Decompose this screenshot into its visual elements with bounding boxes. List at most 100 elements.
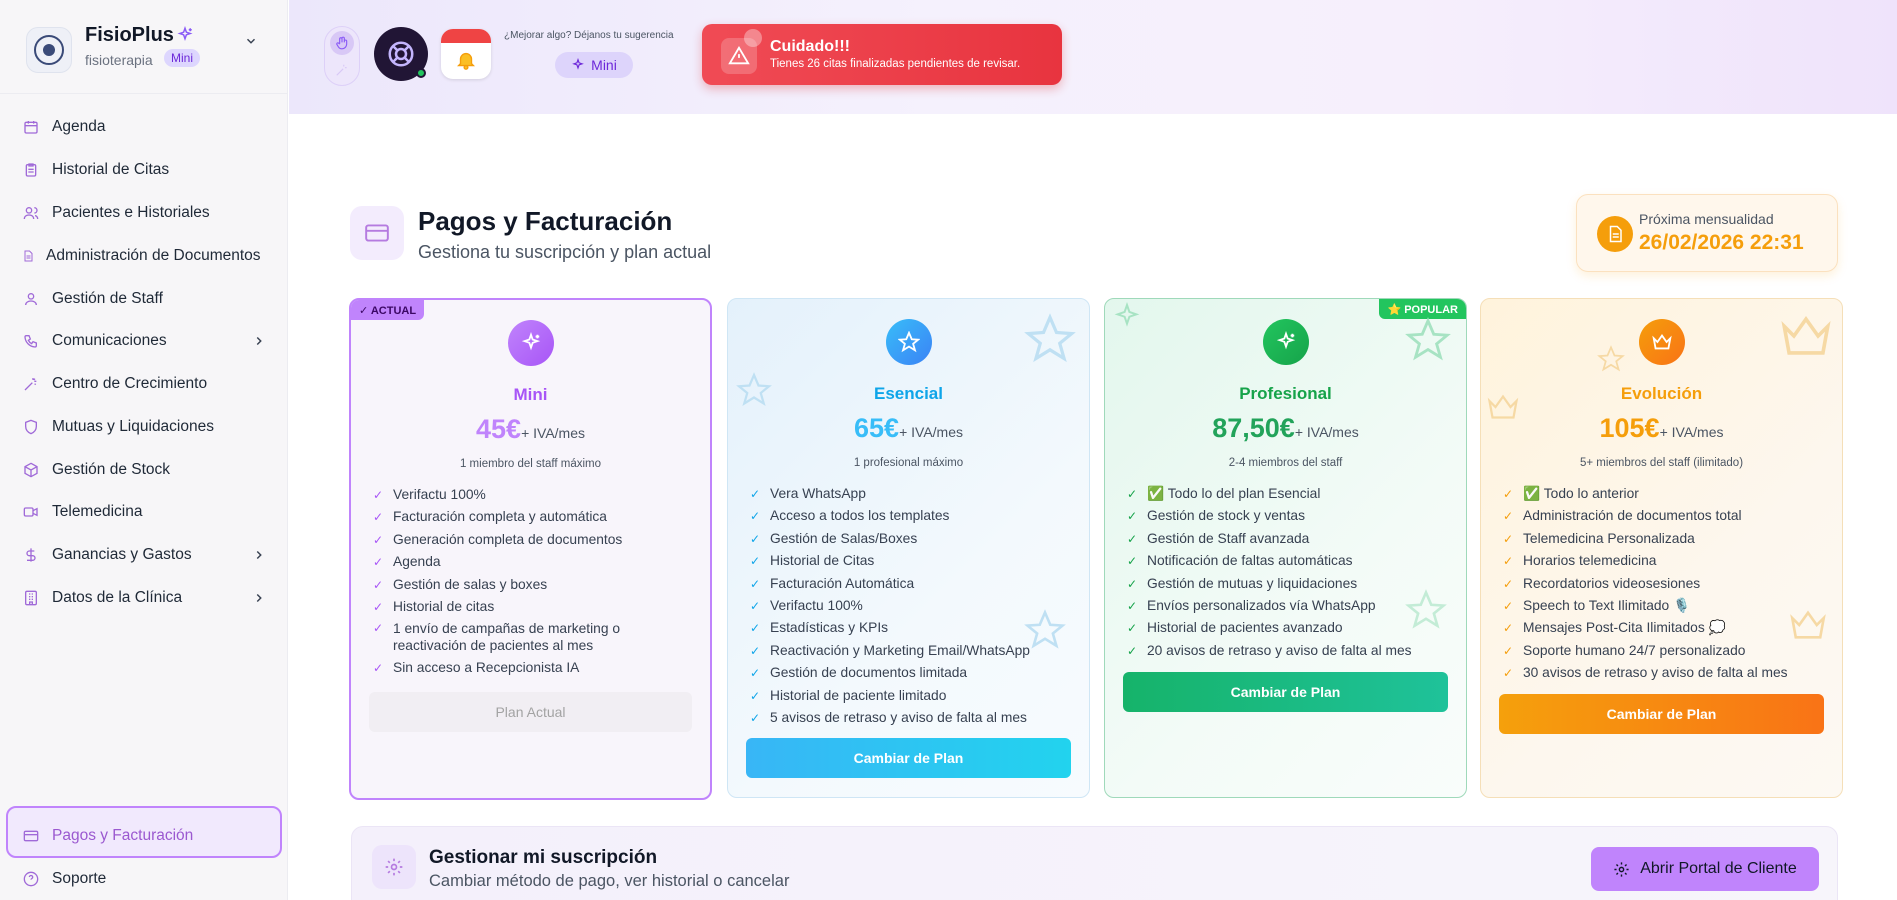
brand-subtitle: fisioterapia <box>85 52 153 68</box>
plan-chip-label: Mini <box>591 57 617 73</box>
sidebar-item-label: Pacientes e Historiales <box>52 204 210 221</box>
chevron-right-icon[interactable] <box>252 334 266 348</box>
shield-icon <box>22 418 40 436</box>
notifications-button[interactable] <box>441 29 491 79</box>
feature-item: ✓ Gestión de salas y boxes <box>373 574 692 596</box>
check-icon: ✓ <box>373 621 384 636</box>
popular-tag: ⭐ POPULAR <box>1379 299 1466 319</box>
feature-item: ✓ Estadísticas y KPIs <box>750 617 1071 639</box>
plan-staff-limit: 5+ miembros del staff (ilimitado) <box>1579 457 1744 469</box>
chevron-right-icon[interactable] <box>252 591 266 605</box>
check-icon: ✓ <box>373 600 384 615</box>
sidebar-item-label: Pagos y Facturación <box>52 827 194 844</box>
wand-icon <box>336 64 347 76</box>
plan-name: Mini <box>513 385 548 404</box>
feature-item: ✓ Notificación de faltas automáticas <box>1127 550 1448 572</box>
check-icon: ✓ <box>1127 509 1138 524</box>
sidebar-item-label: Comunicaciones <box>52 332 167 349</box>
phone-icon <box>22 332 40 350</box>
feature-item: ✓ Envíos personalizados vía WhatsApp <box>1127 595 1448 617</box>
feature-item: ✓ 5 avisos de retraso y aviso de falta al… <box>750 707 1071 729</box>
sidebar-item-comunicaciones[interactable]: Comunicaciones <box>22 326 266 356</box>
alert-message: Tienes 26 citas finalizadas pendientes d… <box>770 58 1021 70</box>
sidebar-item-label: Centro de Crecimiento <box>52 375 208 392</box>
feature-item: ✓ Gestión de Staff avanzada <box>1127 528 1448 550</box>
brand-switcher[interactable]: FisioPlus fisioterapia Mini <box>0 0 288 94</box>
check-icon: ✓ <box>750 621 761 636</box>
star-icon <box>1024 313 1076 363</box>
check-icon: ✓ <box>1127 531 1138 546</box>
sidebar: FisioPlus fisioterapia Mini Agenda Histo… <box>0 0 288 900</box>
support-lifebuoy-button[interactable] <box>374 27 428 81</box>
plan-features: ✓ Verifactu 100% ✓ Facturación completa y … <box>373 484 692 680</box>
online-status-dot <box>416 68 426 78</box>
check-icon: ✓ <box>750 509 761 524</box>
check-icon: ✓ <box>750 711 761 726</box>
sidebar-item-pacientes[interactable]: Pacientes e Historiales <box>22 198 266 228</box>
feature-item: ✓ 30 avisos de retraso y aviso de falta a… <box>1503 662 1824 684</box>
users-icon <box>22 204 40 222</box>
sidebar-item-staff[interactable]: Gestión de Staff <box>22 284 266 314</box>
sparkles-icon <box>1262 319 1309 365</box>
wand-icon <box>22 375 40 393</box>
sparkles-icon <box>176 25 194 49</box>
plan-card-mini: ✓ ACTUAL Mini 45€+ IVA/mes 1 miembro del… <box>349 298 712 800</box>
invoice-icon <box>1597 216 1633 252</box>
sidebar-item-label: Gestión de Stock <box>52 461 171 478</box>
open-customer-portal-button[interactable]: Abrir Portal de Cliente <box>1591 847 1819 891</box>
video-icon <box>22 503 40 521</box>
sidebar-item-documentos[interactable]: Administración de Documentos <box>22 241 266 271</box>
feature-item: ✓ 20 avisos de retraso y aviso de falta a… <box>1127 640 1448 662</box>
chevron-right-icon[interactable] <box>252 548 266 562</box>
plan-price-period: + IVA/mes <box>899 424 963 440</box>
check-icon: ✓ <box>1127 576 1138 591</box>
check-icon: ✓ <box>373 532 384 547</box>
chevron-down-icon[interactable] <box>244 34 258 48</box>
feature-item: ✓ ✅ Todo lo del plan Esencial <box>1127 483 1448 505</box>
sidebar-item-telemedicina[interactable]: Telemedicina <box>22 497 266 527</box>
sidebar-item-soporte[interactable]: Soporte <box>22 864 266 894</box>
open-customer-portal-label: Abrir Portal de Cliente <box>1640 860 1797 877</box>
plan-features: ✓ Vera WhatsApp ✓ Acceso a todos los templ… <box>750 483 1071 729</box>
theme-toggle[interactable] <box>324 26 360 86</box>
manage-subscription-panel: Gestionar mi suscripción Cambiar método … <box>351 826 1838 900</box>
sidebar-item-historial-citas[interactable]: Historial de Citas <box>22 155 266 185</box>
next-payment-label: Próxima mensualidad <box>1639 211 1774 227</box>
change-plan-button-evolucion[interactable]: Cambiar de Plan <box>1499 694 1824 734</box>
box-icon <box>22 461 40 479</box>
suggestion-text[interactable]: ¿Mejorar algo? Déjanos tu sugerencia <box>504 30 674 41</box>
feature-item: ✓ Recordatorios videosesiones <box>1503 573 1824 595</box>
feature-item: ✓ Verifactu 100% <box>750 595 1071 617</box>
user-icon <box>22 290 40 308</box>
feature-item: ✓ Gestión de stock y ventas <box>1127 505 1448 527</box>
check-icon: ✓ <box>373 555 384 570</box>
sidebar-item-label: Agenda <box>52 118 106 135</box>
sidebar-item-stock[interactable]: Gestión de Stock <box>22 455 266 485</box>
plan-chip-button[interactable]: Mini <box>555 52 633 78</box>
check-icon: ✓ <box>1503 621 1514 636</box>
change-plan-button-esencial[interactable]: Cambiar de Plan <box>746 738 1071 778</box>
sidebar-item-datos-clinica[interactable]: Datos de la Clínica <box>22 583 266 613</box>
sidebar-item-pagos[interactable]: Pagos y Facturación <box>22 821 266 851</box>
alert-banner[interactable]: Cuidado!!! Tienes 26 citas finalizadas p… <box>702 24 1062 85</box>
sidebar-item-ganancias[interactable]: Ganancias y Gastos <box>22 540 266 570</box>
check-icon: ✓ <box>750 576 761 591</box>
check-icon: ✓ <box>750 688 761 703</box>
change-plan-button-profesional[interactable]: Cambiar de Plan <box>1123 672 1448 712</box>
sidebar-item-label: Ganancias y Gastos <box>52 546 192 563</box>
check-icon: ✓ <box>750 666 761 681</box>
sidebar-item-agenda[interactable]: Agenda <box>22 112 266 142</box>
check-icon: ✓ <box>1503 643 1514 658</box>
page-title: Pagos y Facturación <box>418 206 673 236</box>
bell-icon <box>441 49 491 71</box>
check-icon: ✓ <box>1127 599 1138 614</box>
sidebar-item-mutuas[interactable]: Mutuas y Liquidaciones <box>22 412 266 442</box>
feature-item: ✓ Gestión de documentos limitada <box>750 662 1071 684</box>
feature-item: ✓ Speech to Text Ilimitado 🎙️ <box>1503 595 1824 617</box>
sidebar-item-crecimiento[interactable]: Centro de Crecimiento <box>22 369 266 399</box>
check-icon: ✓ <box>1503 487 1514 501</box>
feature-item: ✓ Historial de Citas <box>750 550 1071 572</box>
check-icon: ✓ <box>750 531 761 546</box>
plan-badge: Mini <box>164 49 201 67</box>
check-icon: ✓ <box>373 661 384 676</box>
